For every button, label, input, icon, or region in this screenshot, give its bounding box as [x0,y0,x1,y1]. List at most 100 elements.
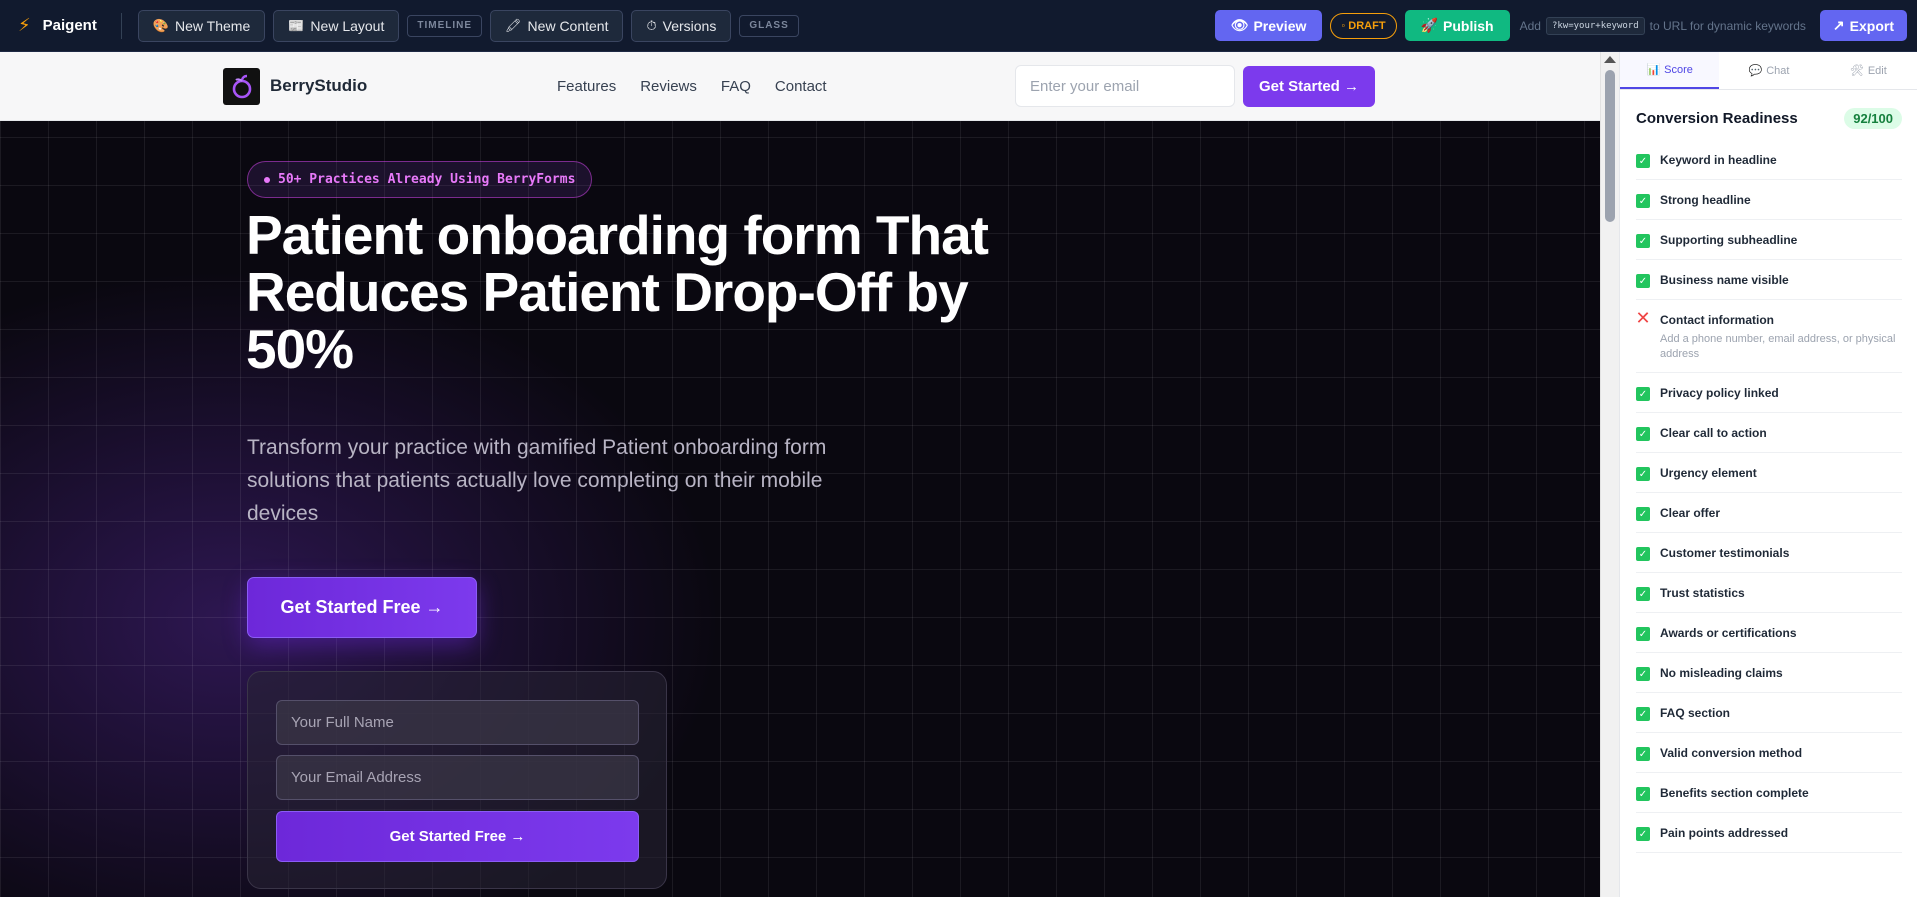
checklist-item-label: Awards or certifications [1660,626,1797,640]
new-theme-label: New Theme [175,17,251,34]
versions-button[interactable]: ⏱ Versions [631,9,732,42]
checklist-item: ✓ Customer testimonials [1636,533,1902,573]
hero-section: 50+ Practices Already Using BerryForms P… [0,121,1600,897]
score-header: Conversion Readiness 92/100 [1636,108,1902,129]
bolt-icon: ⚡ [18,15,31,35]
export-button[interactable]: ↗ Export [1819,10,1907,41]
rocket-icon: 🚀 [1420,17,1439,33]
checklist-item-text: Supporting subheadline [1660,232,1797,248]
site-nav-links: Features Reviews FAQ Contact [557,78,827,95]
checklist-item-note: Add a phone number, email address, or ph… [1660,333,1896,360]
checklist-item-label: Customer testimonials [1660,546,1790,560]
versions-label: Versions [662,17,717,34]
tab-score-label: Score [1664,63,1693,76]
checklist-item: ✓ Clear call to action [1636,413,1902,453]
checkmark-icon: ✓ [1636,154,1650,168]
checklist-item-label: Privacy policy linked [1660,386,1779,400]
eye-icon: 👁 [1230,17,1249,33]
checklist-item-label: Supporting subheadline [1660,233,1798,247]
bar-chart-icon: 📊 [1646,64,1661,76]
checklist-item-text: Strong headline [1660,192,1751,208]
hero-get-started-button[interactable]: Get Started Free → [247,577,477,638]
hint-suffix: to URL for dynamic keywords [1649,18,1806,33]
nav-email-input[interactable] [1015,65,1235,107]
new-content-label: New Content [527,17,609,34]
preview-scrollbar[interactable] [1600,52,1619,897]
checkmark-icon: ✓ [1636,547,1650,561]
nav-link-contact[interactable]: Contact [775,78,827,95]
checklist-item: ✓ Awards or certifications [1636,613,1902,653]
tab-edit[interactable]: 🛠 Edit [1819,52,1917,89]
draft-badge: ◦ DRAFT [1330,12,1397,39]
tab-chat-label: Chat [1766,64,1790,77]
new-theme-button[interactable]: 🎨 New Theme [137,9,266,42]
publish-button[interactable]: 🚀 Publish [1404,10,1510,41]
checkmark-icon: ✓ [1636,234,1650,248]
checklist-item-text: Urgency element [1660,465,1757,481]
checklist-item: ✓ Trust statistics [1636,573,1902,613]
site-brand-name[interactable]: BerryStudio [270,76,367,96]
draft-dot-icon: ◦ [1341,19,1346,32]
checklist-item-text: Contact information Add a phone number, e… [1660,312,1902,362]
checklist-item-label: Valid conversion method [1660,746,1803,760]
new-layout-button[interactable]: 📰 New Layout [273,9,400,42]
checklist-item: ✓ Benefits section complete [1636,773,1902,813]
checkmark-icon: ✓ [1636,274,1650,288]
new-content-button[interactable]: 🖍 New Content [490,9,624,42]
nav-link-faq[interactable]: FAQ [721,78,751,95]
email-address-input[interactable] [276,755,639,800]
checklist-item-text: Clear call to action [1660,425,1767,441]
timeline-tag: TIMELINE [407,14,483,37]
form-submit-button[interactable]: Get Started Free → [276,811,639,862]
nav-link-features[interactable]: Features [557,78,616,95]
pill-text: 50+ Practices Already Using BerryForms [278,172,576,187]
checklist-item-label: Trust statistics [1660,586,1745,600]
layout-icon: 📰 [288,17,305,33]
checklist-item: ✓ Urgency element [1636,453,1902,493]
preview-button[interactable]: 👁 Preview [1214,10,1323,41]
checkmark-icon: ✓ [1636,747,1650,761]
checklist-item: ✓ Clear offer [1636,493,1902,533]
new-layout-label: New Layout [310,17,385,34]
panel-tabs: 📊 Score 💬 Chat 🛠 Edit [1620,52,1917,90]
checklist-item-label: Keyword in headline [1660,153,1777,167]
app-brand: ⚡ Paigent [18,15,97,36]
checklist-item-label: FAQ section [1660,706,1731,720]
checklist-item-text: Trust statistics [1660,585,1745,601]
checklist-item-label: Business name visible [1660,273,1789,287]
checklist-item-label: Pain points addressed [1660,826,1789,840]
checklist-item: ✓ No misleading claims [1636,653,1902,693]
berry-logo-icon[interactable] [223,68,260,105]
keyword-hint: Add ?kw=your+keyword to URL for dynamic … [1520,16,1806,35]
tab-edit-label: Edit [1867,64,1887,77]
full-name-input[interactable] [276,700,639,745]
checkmark-icon: ✓ [1636,194,1650,208]
checklist-item-text: Customer testimonials [1660,545,1789,561]
nav-link-reviews[interactable]: Reviews [640,78,697,95]
tab-score[interactable]: 📊 Score [1620,52,1720,89]
site-navbar: BerryStudio Features Reviews FAQ Contact… [0,52,1600,121]
publish-label: Publish [1443,17,1494,34]
toolbar-divider [120,12,122,39]
checkmark-icon: ✓ [1636,667,1650,681]
checklist-item: ✓ Keyword in headline [1636,140,1902,180]
scroll-up-arrow-icon[interactable] [1604,56,1616,63]
checklist-item-text: Awards or certifications [1660,625,1797,641]
checkmark-icon: ✓ [1636,627,1650,641]
lead-form-card: Get Started Free → [247,671,667,889]
checklist-item: ✓ Business name visible [1636,260,1902,300]
checklist-item-label: Urgency element [1660,466,1757,480]
checklist-item-text: Benefits section complete [1660,785,1809,801]
checklist-item: ✓ Valid conversion method [1636,733,1902,773]
checklist-item-text: No misleading claims [1660,665,1783,681]
checklist-item-text: Privacy policy linked [1660,385,1779,401]
tools-icon: 🛠 [1849,65,1864,77]
checklist-item: ✓ Privacy policy linked [1636,373,1902,413]
scrollbar-thumb[interactable] [1605,70,1615,222]
tab-chat[interactable]: 💬 Chat [1719,52,1818,89]
score-panel: 📊 Score 💬 Chat 🛠 Edit Conversion Readine… [1619,52,1917,897]
checklist-item-text: Clear offer [1660,505,1720,521]
hero-headline: Patient onboarding form That Reduces Pat… [246,204,989,380]
nav-get-started-button[interactable]: Get Started → [1243,66,1375,107]
checklist-item: ✓ FAQ section [1636,693,1902,733]
